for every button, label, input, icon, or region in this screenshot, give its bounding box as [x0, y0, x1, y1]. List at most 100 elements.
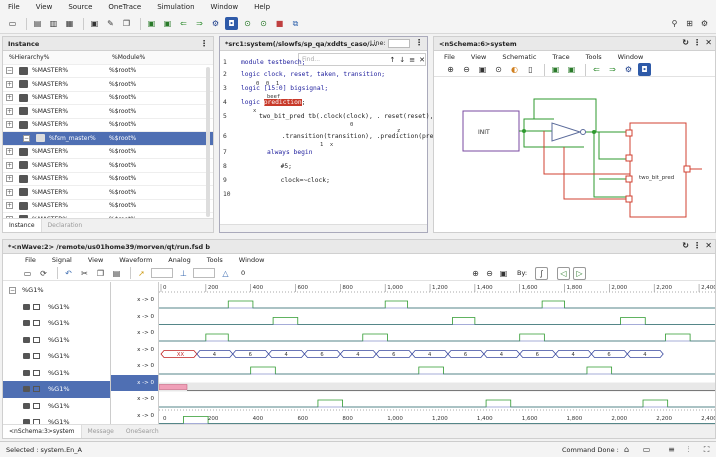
next-edge-icon[interactable]: ▷ [573, 267, 586, 280]
waveform-trace[interactable] [159, 366, 715, 375]
schema-icon[interactable]: ▣ [549, 63, 562, 76]
tab-onesearch[interactable]: OneSearch [120, 425, 165, 438]
tab-message[interactable]: Message [82, 425, 120, 438]
wave-menu-view[interactable]: View [88, 256, 103, 264]
schema-menu-window[interactable]: Window [618, 53, 644, 61]
waveform-trace[interactable] [159, 317, 715, 325]
signal-group[interactable]: − %G1% [3, 282, 110, 299]
align-icon[interactable]: ≡ [665, 443, 678, 456]
edit-icon[interactable]: ✎ [104, 17, 117, 30]
wave-menu-waveform[interactable]: Waveform [119, 256, 152, 264]
two-bit-pred-block[interactable] [629, 122, 687, 218]
selected-token[interactable]: prediction [263, 99, 302, 106]
schema-menu-tools[interactable]: Tools [586, 53, 602, 61]
zoom-out-icon[interactable]: ⊖ [483, 267, 496, 280]
instance-row[interactable]: + %MASTER% %$root% [3, 78, 213, 92]
signal-row[interactable]: %G1% [3, 332, 110, 349]
expand-icon[interactable]: + [6, 148, 13, 156]
expand-icon[interactable]: − [23, 134, 30, 142]
edge-select-icon[interactable]: ∫ [535, 267, 548, 280]
menu-window[interactable]: Window [211, 3, 239, 11]
instance-scrollbar[interactable] [206, 67, 210, 217]
instance-row[interactable]: + %MASTER% %$root% [3, 105, 213, 119]
signal-row[interactable]: %G1% [3, 398, 110, 415]
panel-menu-icon[interactable]: ⋮ [693, 241, 701, 250]
wave-menu-window[interactable]: Window [239, 256, 265, 264]
module-col-header[interactable]: %Module% [108, 54, 145, 61]
instance-row[interactable]: − %MASTER% %$root% [3, 65, 213, 78]
schema-menu-file[interactable]: File [444, 53, 455, 61]
refresh-icon[interactable]: ↻ [682, 241, 689, 250]
down-icon[interactable]: ⊙ [257, 17, 270, 30]
instance-row[interactable]: + %MASTER% %$root% [3, 173, 213, 186]
signal-row[interactable]: %G1% [3, 365, 110, 382]
refresh-icon[interactable]: ↻ [682, 38, 689, 47]
schema-menu-trace[interactable]: Trace [552, 53, 569, 61]
expand-icon[interactable]: − [6, 67, 13, 75]
back-icon[interactable]: ⇐ [590, 63, 603, 76]
instance-row[interactable]: + %MASTER% %$root% [3, 146, 213, 159]
wave-menu-tools[interactable]: Tools [207, 256, 223, 264]
wave-menu-signal[interactable]: Signal [52, 256, 72, 264]
inverter-gate[interactable] [551, 122, 582, 142]
expand-icon[interactable]: + [6, 94, 13, 102]
expand-icon[interactable]: + [6, 175, 13, 183]
tab-instance[interactable]: Instance [3, 219, 42, 232]
panel-menu-icon[interactable]: ⋮ [200, 39, 208, 48]
schema-icon[interactable]: ▣ [161, 17, 174, 30]
trace-icon[interactable]: ◘ [225, 17, 238, 30]
close-icon[interactable]: ✕ [705, 241, 712, 250]
wave-menu-analog[interactable]: Analog [168, 256, 190, 264]
line-input[interactable] [388, 39, 410, 48]
delta-icon[interactable]: △ [219, 267, 232, 280]
undo-icon[interactable]: ↶ [62, 267, 75, 280]
copy-icon[interactable]: ❐ [94, 267, 107, 280]
waveform-trace[interactable] [159, 300, 715, 309]
wire-highlighted[interactable] [563, 147, 630, 200]
schema-menu-schematic[interactable]: Schematic [502, 53, 536, 61]
schema-icon[interactable]: ▣ [145, 17, 158, 30]
zoom-out-icon[interactable]: ⊖ [460, 63, 473, 76]
home-icon[interactable]: ⌂ [620, 443, 633, 456]
source-hscrollbar[interactable] [220, 224, 427, 232]
back-icon[interactable]: ⇐ [177, 17, 190, 30]
trace-icon[interactable]: ◘ [638, 63, 651, 76]
time-input[interactable] [151, 268, 173, 278]
schematic-canvas[interactable]: INIT two_bit_pred [434, 79, 715, 233]
up-icon[interactable]: ⊙ [241, 17, 254, 30]
copy-icon[interactable]: ❐ [120, 17, 133, 30]
init-block[interactable] [462, 110, 520, 152]
expand-icon[interactable]: + [6, 188, 13, 196]
grid-icon[interactable]: ⊞ [683, 17, 696, 30]
close-icon[interactable]: ✕ [705, 38, 712, 47]
expand-icon[interactable]: + [6, 80, 13, 88]
forward-icon[interactable]: ⇒ [193, 17, 206, 30]
signal-row[interactable]: %G1% [3, 381, 110, 398]
select-icon[interactable]: ▯ [524, 63, 537, 76]
expand-icon[interactable]: + [6, 161, 13, 169]
pointer-icon[interactable]: ➚ [135, 267, 148, 280]
menu-file[interactable]: File [8, 3, 20, 11]
panel-menu-icon[interactable]: ⋮ [693, 38, 701, 47]
settings-icon[interactable]: ⚙ [209, 17, 222, 30]
schema-icon[interactable]: ▣ [565, 63, 578, 76]
port[interactable] [625, 175, 633, 183]
prev-edge-icon[interactable]: ◁ [557, 267, 570, 280]
instance-row[interactable]: + %MASTER% %$root% [3, 92, 213, 105]
signal-row[interactable]: %G1% [3, 315, 110, 332]
port[interactable] [625, 129, 633, 137]
menu-help[interactable]: Help [254, 3, 270, 11]
waveform-canvas[interactable]: 0 0 200 200 400 400 600 600 800 800 1,000 1,000 1,20… [159, 282, 715, 425]
panel-menu-icon[interactable]: ⋮ [415, 38, 423, 47]
tab-declaration[interactable]: Declaration [42, 219, 89, 232]
schema-menu-view[interactable]: View [471, 53, 486, 61]
port[interactable] [683, 165, 691, 173]
expand-icon[interactable]: + [6, 202, 13, 210]
hierarchy-col-header[interactable]: %Hierarchy% [9, 54, 108, 61]
settings-icon[interactable]: ⚙ [622, 63, 635, 76]
wave-menu-file[interactable]: File [25, 256, 36, 264]
split-icon[interactable]: ⫶ [682, 443, 695, 456]
instance-row[interactable]: + %MASTER% %$root% [3, 119, 213, 132]
marker-icon[interactable]: ⊥ [177, 267, 190, 280]
zoom-area-icon[interactable]: ⊙ [492, 63, 505, 76]
